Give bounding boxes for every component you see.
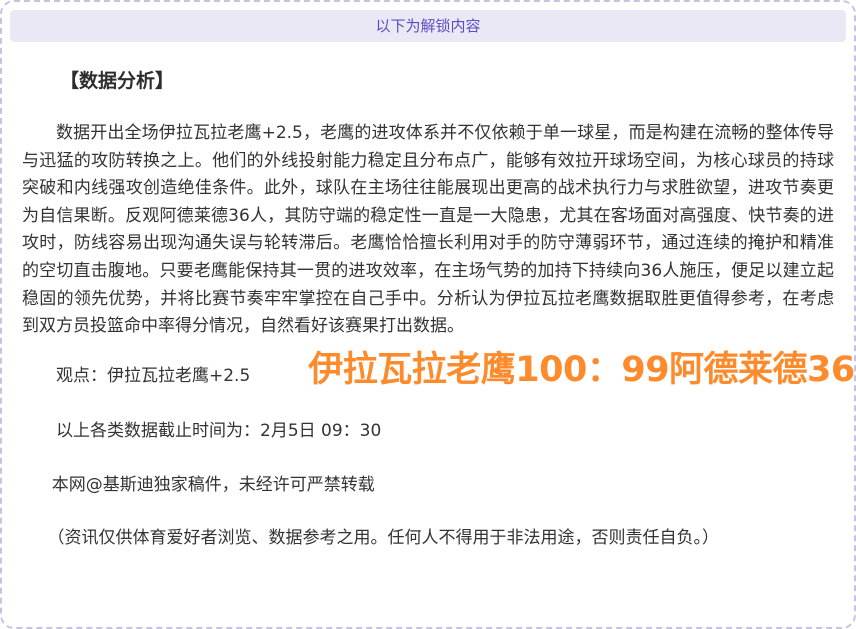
unlock-notice-banner: 以下为解锁内容 [10, 10, 846, 42]
viewpoint-line: 观点：伊拉瓦拉老鹰+2.5伊拉瓦拉老鹰100：99阿德莱德36人 [22, 350, 834, 390]
data-cutoff-time: 以上各类数据截止时间为：2月5日 09：30 [22, 418, 834, 446]
score-prediction: 伊拉瓦拉老鹰100：99阿德莱德36人 [274, 350, 856, 390]
unlocked-content-panel: 以下为解锁内容 【数据分析】 数据开出全场伊拉瓦拉老鹰+2.5，老鹰的进攻体系并… [0, 0, 856, 629]
viewpoint-label: 观点：伊拉瓦拉老鹰+2.5 [56, 366, 250, 386]
section-title-data-analysis: 【数据分析】 [22, 66, 834, 93]
analysis-paragraph: 数据开出全场伊拉瓦拉老鹰+2.5，老鹰的进攻体系并不仅依赖于单一球星，而是构建在… [22, 120, 834, 341]
copyright-notice: 本网@基斯迪独家稿件，未经许可严禁转载 [22, 472, 834, 500]
analysis-content: 【数据分析】 数据开出全场伊拉瓦拉老鹰+2.5，老鹰的进攻体系并不仅依赖于单一球… [2, 66, 854, 553]
disclaimer-notice: （资讯仅供体育爱好者浏览、数据参考之用。任何人不得用于非法用途，否则责任自负。） [22, 525, 834, 553]
